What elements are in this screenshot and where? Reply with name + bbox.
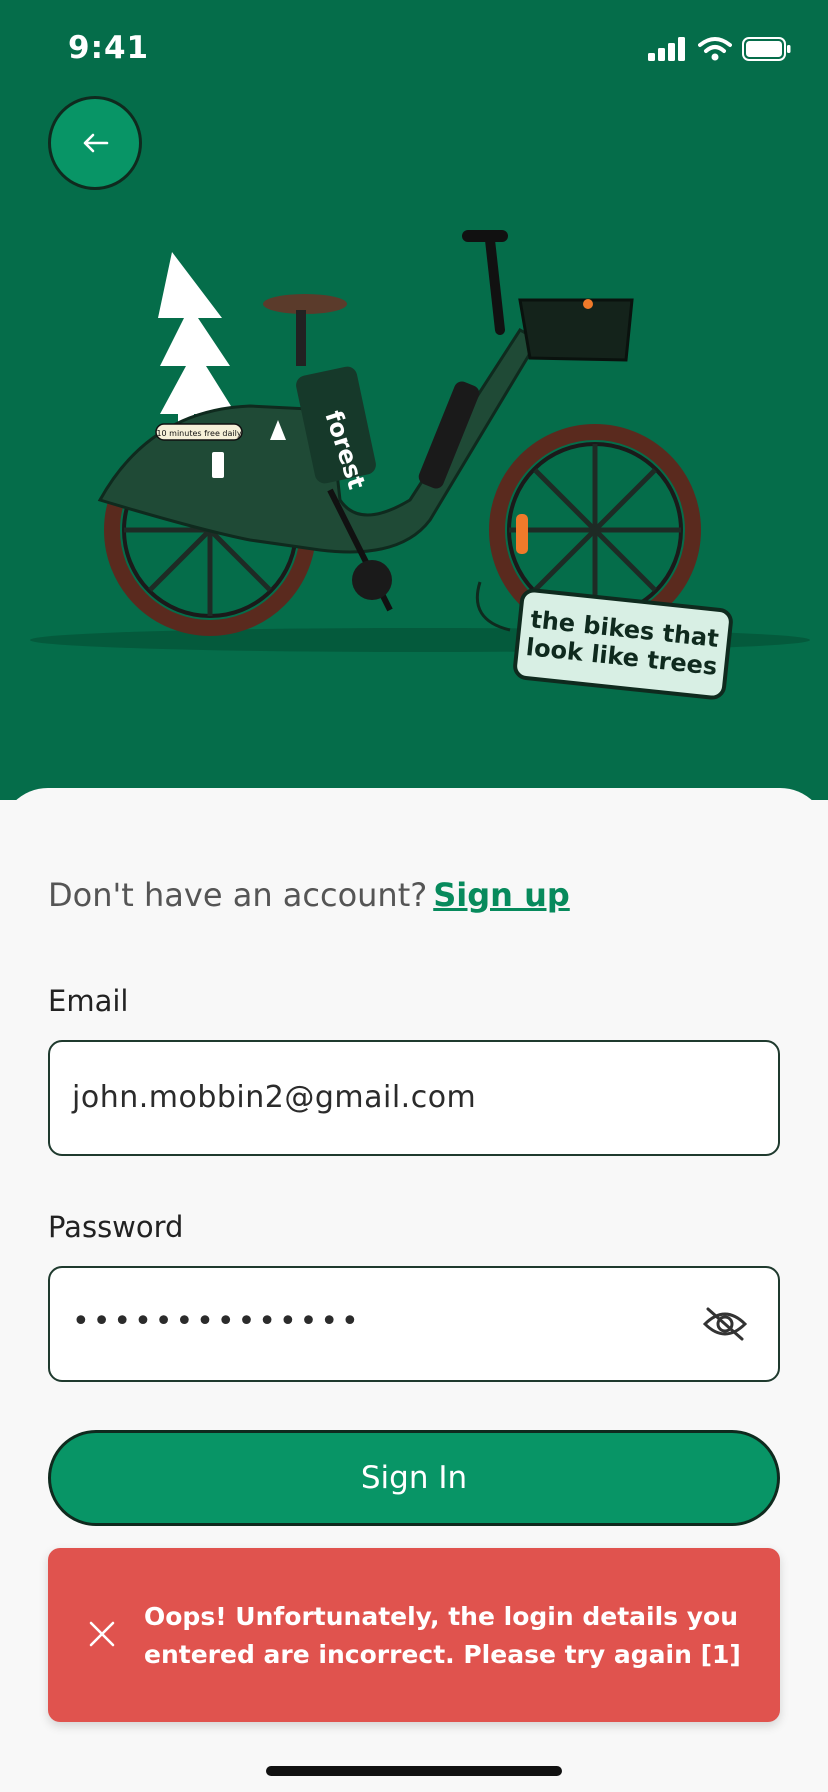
signup-prompt: Don't have an account? Sign up	[48, 876, 570, 914]
email-field[interactable]: john.mobbin2@gmail.com	[48, 1040, 780, 1156]
hero-banner: 9:41 10 minutes free daily forest the bi…	[0, 0, 828, 800]
battery-icon	[742, 37, 791, 61]
error-toast: Oops! Unfortunately, the login details y…	[48, 1548, 780, 1722]
toast-message: Oops! Unfortunately, the login details y…	[144, 1602, 741, 1669]
eye-off-icon	[702, 1307, 748, 1341]
email-value: john.mobbin2@gmail.com	[72, 1080, 477, 1115]
bike-badge-text: 10 minutes free daily	[156, 429, 241, 438]
status-bar: 9:41	[0, 0, 828, 100]
sticker-arrow	[475, 581, 511, 632]
wifi-icon	[698, 37, 732, 61]
signup-prompt-text: Don't have an account?	[48, 876, 428, 914]
password-field[interactable]: ••••••••••••••	[48, 1266, 780, 1382]
signal-icon	[648, 37, 685, 61]
arrow-left-icon	[83, 133, 109, 153]
password-label: Password	[48, 1210, 184, 1244]
sign-in-button[interactable]: Sign In	[48, 1430, 780, 1526]
status-time: 9:41	[68, 30, 150, 66]
signup-link[interactable]: Sign up	[433, 876, 570, 914]
password-visibility-toggle[interactable]	[702, 1306, 748, 1346]
close-icon	[89, 1621, 115, 1647]
bike-badge: 10 minutes free daily	[155, 423, 243, 441]
back-button[interactable]	[48, 96, 142, 190]
toast-close-button[interactable]	[88, 1620, 116, 1652]
status-icons	[648, 36, 792, 62]
email-label: Email	[48, 984, 129, 1018]
password-value: ••••••••••••••	[72, 1304, 362, 1339]
home-indicator	[266, 1766, 562, 1776]
